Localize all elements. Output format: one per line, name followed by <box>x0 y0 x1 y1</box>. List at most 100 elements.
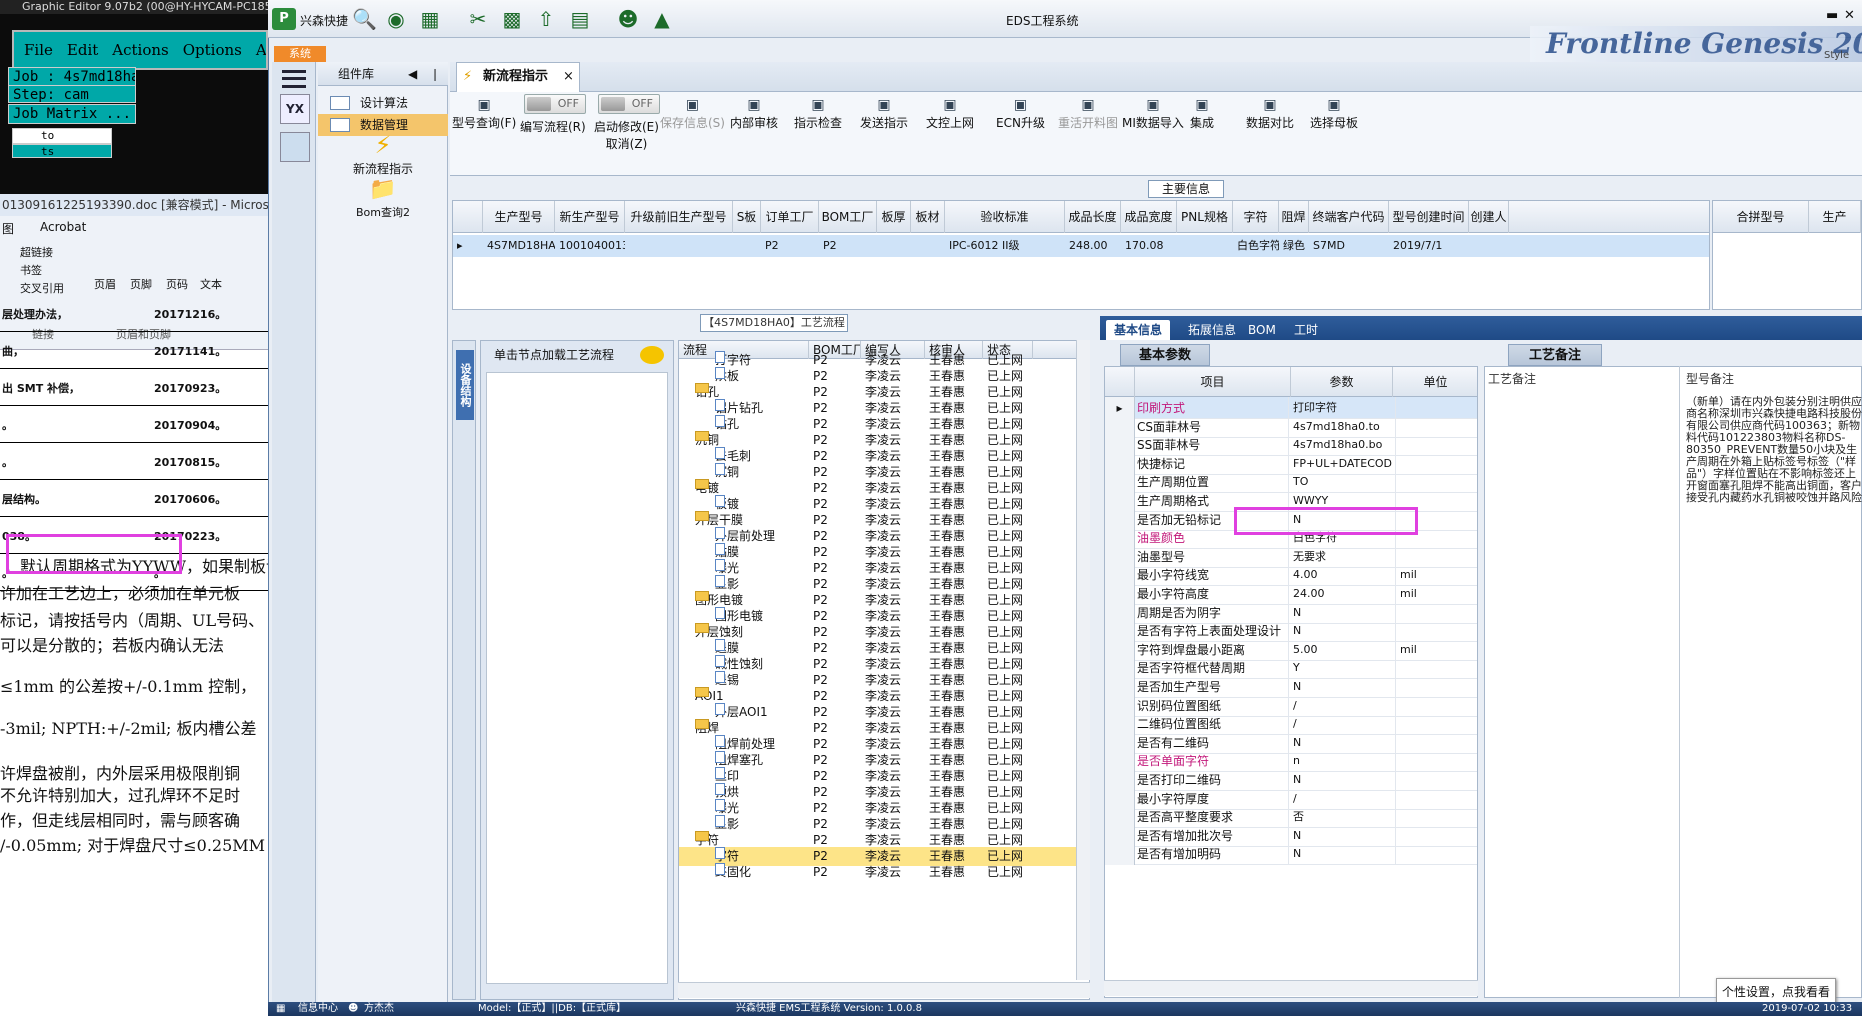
info-cell[interactable] <box>1469 235 1509 257</box>
tab-bom[interactable]: BOM <box>1240 320 1284 340</box>
info-cell[interactable] <box>625 235 733 257</box>
tree-vertical-scrollbar[interactable] <box>1076 340 1090 980</box>
editor-menu-actions[interactable]: Actions <box>112 41 168 59</box>
tab-basic-info[interactable]: 基本信息 <box>1106 320 1171 340</box>
info-cell[interactable]: 248.00 <box>1065 235 1121 257</box>
toolbar-1[interactable]: OFF 编写流程(R) <box>520 94 586 135</box>
info-cell[interactable]: P2 <box>761 235 819 257</box>
tool-icon: ▣ <box>877 97 891 113</box>
toggle-switch[interactable]: OFF <box>598 94 660 114</box>
scissors-icon[interactable]: ✂ <box>466 8 490 30</box>
word-page: 层处理办法， 20171216。 曲， 20171141。出 SMT 补偿， 20170… <box>0 308 282 1016</box>
tab-hours[interactable]: 工时 <box>1286 320 1326 340</box>
yx-logo-icon[interactable]: YX <box>280 94 310 124</box>
chevron-left-icon[interactable]: ◀ <box>408 62 417 86</box>
word-tab-acrobat[interactable]: Acrobat <box>40 220 86 234</box>
info-cell[interactable] <box>911 235 945 257</box>
tree-row[interactable]: 终固化 P2 李凌云 王春惠 已上网 <box>679 863 1079 882</box>
word-pagenum[interactable]: 页码 <box>166 276 188 292</box>
toolbar-8[interactable]: ▣ ECN升级 <box>996 96 1045 131</box>
editor-menu-anal[interactable]: Anal <box>256 41 266 59</box>
info-cell[interactable]: P2 <box>819 235 877 257</box>
tab-ext-info[interactable]: 拓展信息 <box>1180 320 1244 340</box>
word-text[interactable]: 文本 <box>200 276 222 292</box>
tree-horizontal-scrollbar[interactable] <box>678 982 1090 998</box>
tool-icon: ▣ <box>747 97 761 113</box>
toolbar-11[interactable]: ▣ 集成 <box>1190 96 1214 131</box>
new-flow-tool[interactable]: ⚡ 新流程指示 <box>318 130 448 177</box>
node-list[interactable] <box>486 372 668 984</box>
status-info-center[interactable]: 信息中心 <box>298 1002 338 1016</box>
editor-menu-edit[interactable]: Edit <box>67 41 98 59</box>
toolbar-sub[interactable]: 取消(Z) <box>594 135 659 152</box>
file-icon <box>715 639 725 651</box>
calculator-icon[interactable] <box>280 132 310 162</box>
editor-job-matrix-button[interactable]: Job Matrix ... <box>8 104 136 124</box>
file-icon <box>715 655 725 667</box>
toolbar-0[interactable]: ▣ 型号查询(F) <box>452 96 516 131</box>
toolbar-label: 集成 <box>1190 116 1215 130</box>
toolbar-5[interactable]: ▣ 指示检查 <box>794 96 842 131</box>
search-icon[interactable]: 🔍 <box>352 8 377 30</box>
bom-query-tool[interactable]: 📁 Bom查询2 <box>318 176 448 220</box>
editor-layer-to[interactable]: to <box>12 128 112 144</box>
grid-icon[interactable]: ▦ <box>276 1002 285 1016</box>
toolbar-10[interactable]: ▣ MI数据导入 <box>1122 96 1184 131</box>
close-icon[interactable]: × <box>563 63 574 91</box>
info-cell[interactable]: 10010400135892 <box>555 235 625 257</box>
editor-menu-options[interactable]: Options <box>183 41 242 59</box>
toolbar-4[interactable]: ▣ 内部审核 <box>730 96 778 131</box>
tab-new-flow[interactable]: ⚡ 新流程指示 × <box>456 62 580 92</box>
file-icon <box>715 783 725 795</box>
chat-icon[interactable] <box>640 346 664 364</box>
info-cell[interactable]: S7MD <box>1309 235 1389 257</box>
toggle-switch[interactable]: OFF <box>524 94 586 114</box>
info-cell[interactable]: 2019/7/1 <box>1389 235 1469 257</box>
app-brand: 兴森快捷 <box>300 14 349 28</box>
info-cell[interactable]: IPC-6012 II级 <box>945 235 1065 257</box>
info-cell[interactable] <box>877 235 911 257</box>
film-icon[interactable]: ▩ <box>500 8 524 30</box>
toolbar-label: 选择母板 <box>1310 116 1359 130</box>
basic-params-grid: 项目 参数 单位 ▸ 印刷方式 打印字符 CS面菲林号 4s7md18ha0.to SS面… <box>1104 366 1478 998</box>
menu-icon[interactable] <box>282 70 306 88</box>
word-footer[interactable]: 页脚 <box>130 276 152 292</box>
component-panel: 组件库 ◀ ❘ 设计算法 数据管理 ⚡ 新流程指示 📁 Bom查询2 <box>318 62 448 1002</box>
info-cell[interactable]: 4S7MD18HA0 <box>483 235 555 257</box>
toolbar-6[interactable]: ▣ 发送指示 <box>860 96 908 131</box>
grid-icon[interactable]: ▦ <box>418 8 442 30</box>
user-icon[interactable]: ☻ <box>616 8 640 30</box>
toolbar-13[interactable]: ▣ 选择母板 <box>1310 96 1358 131</box>
chart-icon[interactable]: ▲ <box>650 8 674 30</box>
minimize-icon[interactable]: ▬ <box>1826 8 1838 23</box>
toolbar-7[interactable]: ▣ 文控上网 <box>926 96 974 131</box>
editor-layer-ts[interactable]: ts <box>12 144 112 158</box>
close-icon[interactable]: ✕ <box>1844 8 1855 23</box>
system-tab[interactable]: 系统 <box>274 46 326 62</box>
nav-item-design[interactable]: 设计算法 <box>318 92 448 114</box>
info-cell[interactable]: 白色字符 <box>1233 235 1279 257</box>
word-header[interactable]: 页眉 <box>94 276 116 292</box>
info-cell[interactable] <box>1177 235 1233 257</box>
info-cell[interactable] <box>733 235 761 257</box>
params-horizontal-scrollbar[interactable] <box>1104 980 1478 996</box>
editor-menu-file[interactable]: File <box>24 41 53 59</box>
toolbar-12[interactable]: ▣ 数据对比 <box>1246 96 1294 131</box>
file-icon <box>715 815 725 827</box>
globe-icon[interactable]: ◉ <box>384 8 408 30</box>
info-cell[interactable]: 170.08 <box>1121 235 1177 257</box>
param-row[interactable]: 是否有增加明码 N <box>1105 843 1477 866</box>
word-tab-0[interactable]: 图 <box>2 220 14 237</box>
info-col: 新生产型号 <box>555 201 625 233</box>
param-value[interactable]: N <box>1293 843 1393 865</box>
vtab-device-structure[interactable]: 设备结构 <box>456 350 474 420</box>
info-cell[interactable]: 绿色 <box>1279 235 1309 257</box>
craft-col-title: 工艺备注 <box>1488 372 1537 386</box>
toolbar-2[interactable]: OFF 启动修改(E) 取消(Z) <box>594 94 660 152</box>
export-icon[interactable]: ⇧ <box>534 8 558 30</box>
word-hyperlink[interactable]: 超链接 <box>20 244 53 260</box>
doc-line: 许加在工艺边上，必须加在单元板 <box>0 584 241 603</box>
word-bookmark[interactable]: 书签 <box>20 262 42 278</box>
pin-icon[interactable]: ❘ <box>430 62 440 86</box>
table-icon[interactable]: ▤ <box>568 8 592 30</box>
